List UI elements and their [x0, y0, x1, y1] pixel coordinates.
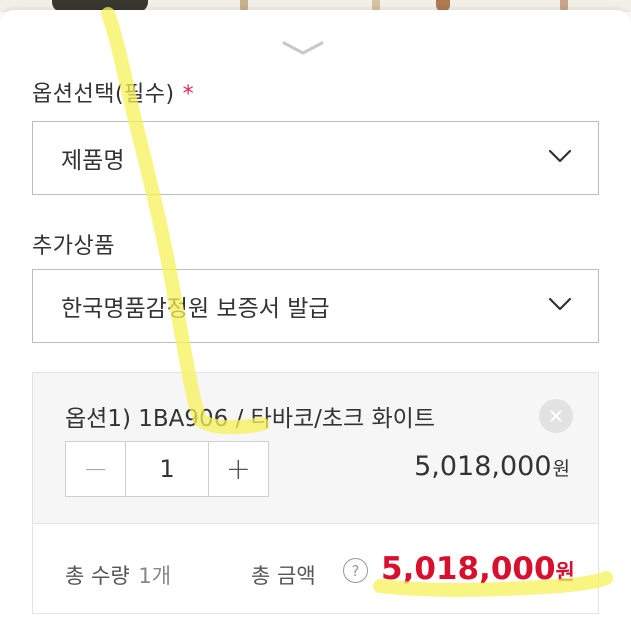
option-price-unit: 원 [552, 458, 570, 480]
total-amount-unit: 원 [555, 560, 575, 584]
chevron-down-icon [548, 297, 572, 311]
quantity-value[interactable]: 1 [125, 442, 209, 496]
addon-label: 추가상품 [32, 234, 115, 259]
total-amount-value: 5,018,000 [381, 551, 556, 587]
increment-button[interactable]: + [209, 442, 268, 496]
quantity-stepper: − 1 + [65, 441, 269, 497]
selected-option-card: 옵션1) 1BA906 / 타바코/초크 화이트 − 1 + 5,018,000… [32, 372, 599, 614]
selected-option-title: 옵션1) 1BA906 / 타바코/초크 화이트 [65, 406, 435, 432]
option-select-value: 제품명 [61, 148, 125, 174]
addon-select-value: 한국명품감정원 보증서 발급 [61, 296, 330, 322]
total-quantity-value: 1개 [138, 564, 172, 588]
option-select-label: 옵션선택(필수) * [32, 76, 194, 108]
addon-select-dropdown[interactable]: 한국명품감정원 보증서 발급 [32, 269, 599, 343]
required-star: * [182, 82, 195, 107]
close-icon [550, 410, 562, 422]
option-price: 5,018,000원 [414, 451, 570, 482]
option-panel: 옵션선택(필수) * 제품명 추가상품 한국명품감정원 보증서 발급 옵션1) 1… [0, 10, 631, 631]
help-icon[interactable]: ? [343, 558, 368, 583]
total-amount: 5,018,000원 [381, 551, 575, 587]
option-select-dropdown[interactable]: 제품명 [32, 121, 599, 195]
total-amount-label: 총 금액 [251, 564, 316, 588]
option-price-value: 5,018,000 [414, 451, 552, 482]
option-select-label-text: 옵션선택(필수) [32, 82, 175, 107]
handle-chevron-icon[interactable] [282, 40, 324, 56]
remove-option-button[interactable] [539, 399, 573, 433]
decrement-button[interactable]: − [66, 442, 125, 496]
total-quantity: 총 수량 1개 [65, 560, 171, 590]
order-summary: 총 수량 1개 총 금액 ? 5,018,000원 [33, 523, 598, 613]
total-quantity-label: 총 수량 [65, 564, 130, 588]
chevron-down-icon [548, 149, 572, 163]
